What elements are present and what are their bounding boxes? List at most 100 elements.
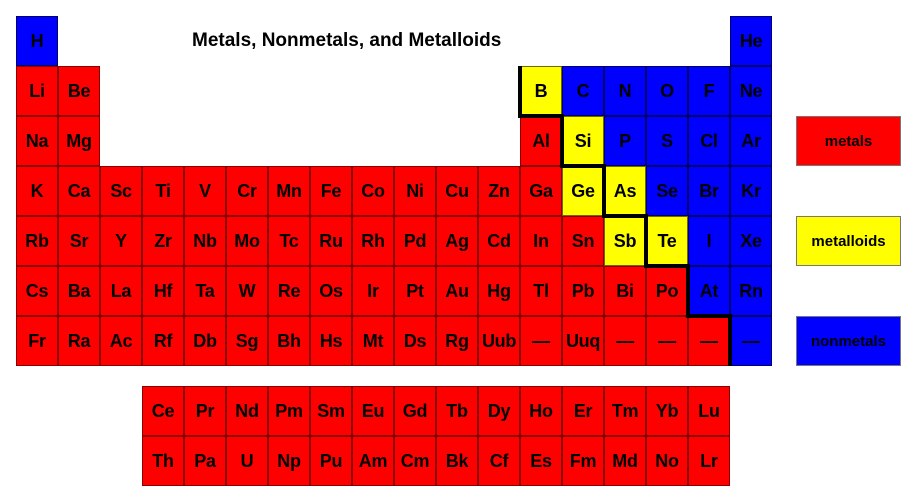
element-cell: Eu — [352, 386, 394, 436]
element-cell: Y — [100, 216, 142, 266]
element-cell: Ga — [520, 166, 562, 216]
element-cell: Ge — [562, 166, 604, 216]
element-cell: Am — [352, 436, 394, 486]
element-cell: Hg — [478, 266, 520, 316]
element-cell: Cr — [226, 166, 268, 216]
element-cell: Dy — [478, 386, 520, 436]
element-cell: Mn — [268, 166, 310, 216]
element-cell: No — [646, 436, 688, 486]
element-cell: N — [604, 66, 646, 116]
element-cell: Ar — [730, 116, 772, 166]
element-cell: Lu — [688, 386, 730, 436]
element-cell: Xe — [730, 216, 772, 266]
element-cell: — — [688, 316, 730, 366]
legend-item-metal: metals — [796, 116, 901, 166]
element-cell: V — [184, 166, 226, 216]
element-cell: O — [646, 66, 688, 116]
element-cell: Zn — [478, 166, 520, 216]
element-cell: Cf — [478, 436, 520, 486]
element-cell: As — [604, 166, 646, 216]
element-cell: Ce — [142, 386, 184, 436]
legend-label: metalloids — [811, 232, 886, 250]
element-cell: Tb — [436, 386, 478, 436]
element-cell: Re — [268, 266, 310, 316]
element-cell: Nb — [184, 216, 226, 266]
legend-item-metalloid: metalloids — [796, 216, 901, 266]
element-cell: Pt — [394, 266, 436, 316]
element-cell: Cm — [394, 436, 436, 486]
element-cell: Na — [16, 116, 58, 166]
element-cell: Ba — [58, 266, 100, 316]
element-cell: Gd — [394, 386, 436, 436]
element-cell: Cd — [478, 216, 520, 266]
element-cell: Np — [268, 436, 310, 486]
element-cell: Bk — [436, 436, 478, 486]
element-cell: He — [730, 16, 772, 66]
element-cell: Ru — [310, 216, 352, 266]
element-cell: Bh — [268, 316, 310, 366]
element-cell: Pd — [394, 216, 436, 266]
element-cell: P — [604, 116, 646, 166]
element-cell: Po — [646, 266, 688, 316]
element-cell: — — [520, 316, 562, 366]
element-cell: Cl — [688, 116, 730, 166]
element-cell: Mt — [352, 316, 394, 366]
element-cell: Rb — [16, 216, 58, 266]
element-cell: In — [520, 216, 562, 266]
element-cell: Mo — [226, 216, 268, 266]
element-cell: La — [100, 266, 142, 316]
element-cell: Ir — [352, 266, 394, 316]
element-cell: Uuq — [562, 316, 604, 366]
element-cell: H — [16, 16, 58, 66]
element-cell: Db — [184, 316, 226, 366]
element-cell: Rn — [730, 266, 772, 316]
element-cell: Es — [520, 436, 562, 486]
element-cell: Hf — [142, 266, 184, 316]
element-cell: Er — [562, 386, 604, 436]
element-cell: I — [688, 216, 730, 266]
legend-label: metals — [824, 132, 873, 150]
element-cell: F — [688, 66, 730, 116]
element-cell: Bi — [604, 266, 646, 316]
element-cell: Te — [646, 216, 688, 266]
element-cell: Pu — [310, 436, 352, 486]
element-cell: Si — [562, 116, 604, 166]
element-cell: Pr — [184, 386, 226, 436]
element-cell: Tl — [520, 266, 562, 316]
element-cell: K — [16, 166, 58, 216]
element-cell: Li — [16, 66, 58, 116]
legend-label: nonmetals — [810, 332, 886, 350]
element-cell: U — [226, 436, 268, 486]
element-cell: Fr — [16, 316, 58, 366]
element-cell: At — [688, 266, 730, 316]
element-cell: Uub — [478, 316, 520, 366]
element-cell: Pa — [184, 436, 226, 486]
element-cell: Br — [688, 166, 730, 216]
element-cell: W — [226, 266, 268, 316]
legend-item-nonmetal: nonmetals — [796, 316, 901, 366]
element-cell: Ti — [142, 166, 184, 216]
element-cell: Tm — [604, 386, 646, 436]
element-cell: Ag — [436, 216, 478, 266]
element-cell: Md — [604, 436, 646, 486]
element-cell: Os — [310, 266, 352, 316]
element-cell: Co — [352, 166, 394, 216]
element-cell: S — [646, 116, 688, 166]
element-cell: Yb — [646, 386, 688, 436]
element-cell: Ds — [394, 316, 436, 366]
element-cell: — — [730, 316, 772, 366]
element-cell: Ac — [100, 316, 142, 366]
element-cell: Ne — [730, 66, 772, 116]
element-cell: Ra — [58, 316, 100, 366]
element-cell: Rg — [436, 316, 478, 366]
element-cell: Mg — [58, 116, 100, 166]
element-cell: B — [520, 66, 562, 116]
element-cell: Sr — [58, 216, 100, 266]
element-cell: Pb — [562, 266, 604, 316]
element-cell: Pm — [268, 386, 310, 436]
element-cell: Ni — [394, 166, 436, 216]
element-cell: Sc — [100, 166, 142, 216]
element-cell: Fe — [310, 166, 352, 216]
element-cell: Sn — [562, 216, 604, 266]
element-cell: — — [646, 316, 688, 366]
